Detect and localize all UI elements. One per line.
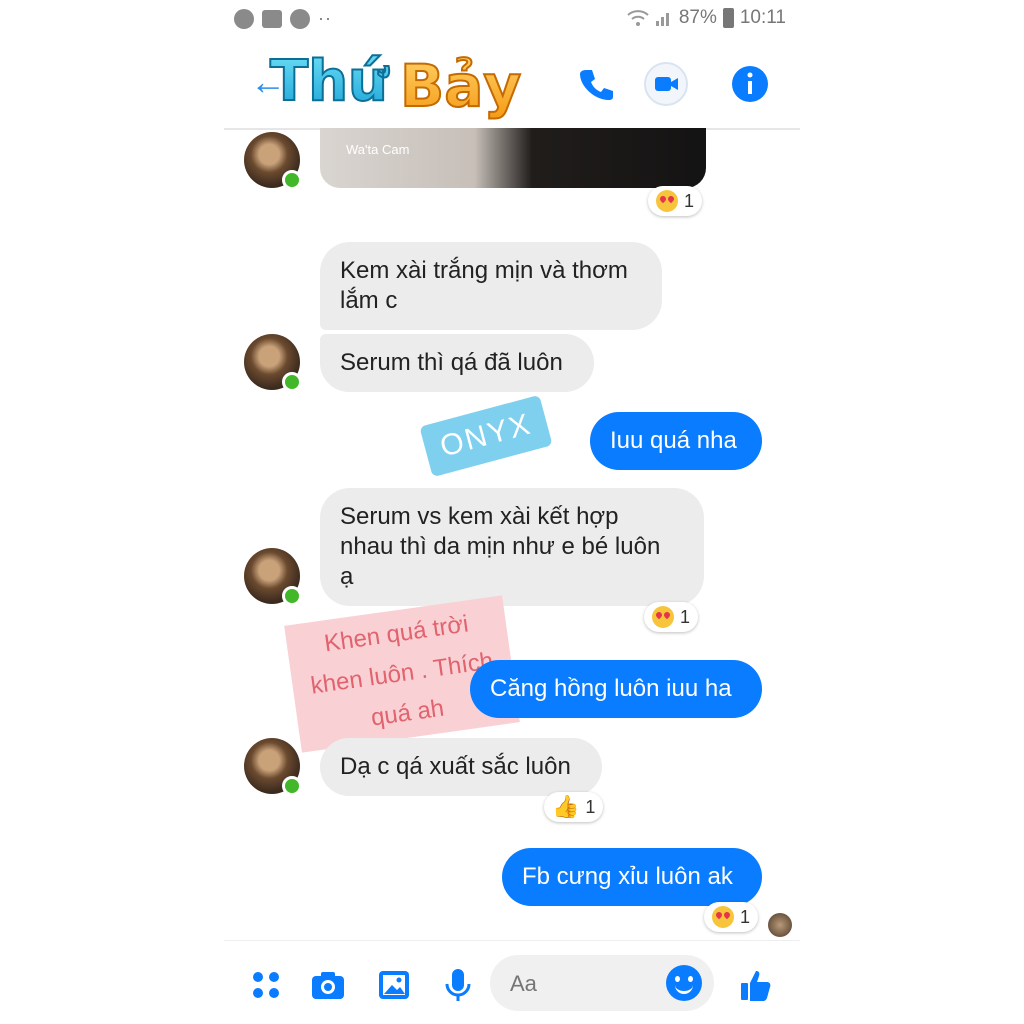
- message-list[interactable]: Wa'ta Cam 1 Kem xài trắng mịn và thơm lắ…: [224, 128, 800, 940]
- reaction-badge[interactable]: 1: [704, 902, 759, 932]
- notification-icons: ··: [234, 8, 332, 29]
- message-line: Kem xài trắng mịn và thơm: [340, 257, 628, 284]
- contact-avatar[interactable]: [244, 132, 302, 190]
- contact-avatar[interactable]: [244, 548, 302, 606]
- thumbs-up-send-icon[interactable]: [738, 967, 774, 1003]
- info-icon[interactable]: [728, 62, 772, 106]
- contact-avatar[interactable]: [244, 334, 302, 392]
- incoming-message[interactable]: Kem xài trắng mịn và thơm lắm c: [320, 242, 662, 330]
- online-indicator: [282, 170, 302, 190]
- reaction-count: 1: [684, 190, 695, 211]
- message-line: ạ: [340, 563, 354, 590]
- clock: 10:11: [739, 7, 786, 28]
- message-line: Iuu quá nha: [610, 427, 737, 454]
- shared-photo[interactable]: Wa'ta Cam: [320, 128, 706, 188]
- more-notifications-dots: ··: [318, 8, 332, 28]
- video-call-icon[interactable]: [644, 62, 688, 106]
- reaction-count: 1: [740, 906, 751, 927]
- messenger-screen: ·· 87% 10:11 ← Thứ Bảy Wa'ta Cam 1 Kem x…: [224, 0, 800, 1024]
- online-indicator: [282, 586, 302, 606]
- reaction-badge[interactable]: 1: [648, 186, 703, 216]
- messenger-notification-icon-2: [290, 8, 310, 29]
- microphone-icon[interactable]: [440, 967, 476, 1003]
- battery-percent: 87%: [678, 7, 717, 28]
- incoming-message[interactable]: Dạ c qá xuất sắc luôn: [320, 738, 602, 796]
- online-indicator: [282, 776, 302, 796]
- incoming-message[interactable]: Serum vs kem xài kết hợp nhau thì da mịn…: [320, 488, 704, 606]
- reaction-badge[interactable]: 👍 1: [544, 792, 604, 822]
- heart-eyes-emoji-icon: [652, 606, 674, 628]
- system-status: 87% 10:11: [627, 7, 786, 29]
- reaction-count: 1: [680, 606, 691, 627]
- outgoing-message[interactable]: Căng hồng luôn iuu ha: [470, 660, 762, 718]
- heart-eyes-emoji-icon: [712, 906, 734, 928]
- reaction-badge[interactable]: 1: [644, 602, 699, 632]
- heart-eyes-emoji-icon: [656, 190, 678, 212]
- contact-avatar[interactable]: [244, 738, 302, 796]
- camera-icon[interactable]: [310, 967, 346, 1003]
- emoji-picker-icon[interactable]: [666, 965, 702, 1001]
- message-line: nhau thì da mịn như e bé luôn: [340, 533, 661, 560]
- wifi-icon: [627, 10, 649, 26]
- thumbs-up-emoji-icon: 👍: [552, 794, 580, 819]
- svg-text:Thứ: Thứ: [270, 49, 390, 114]
- message-line: Fb cưng xỉu luôn ak: [522, 863, 733, 890]
- image-notification-icon: [262, 9, 282, 28]
- shop-logo: Thứ Bảy: [269, 48, 522, 121]
- reaction-count: 1: [585, 796, 596, 817]
- outgoing-message[interactable]: Iuu quá nha: [590, 412, 762, 470]
- battery-icon: [722, 8, 734, 28]
- message-line: lắm c: [340, 287, 398, 314]
- message-line: Dạ c qá xuất sắc luôn: [340, 753, 571, 780]
- messenger-notification-icon: [234, 8, 254, 29]
- message-input[interactable]: [508, 969, 662, 999]
- signal-icon: [655, 13, 669, 26]
- status-bar: ·· 87% 10:11: [224, 0, 800, 38]
- svg-text:Bảy: Bảy: [400, 52, 521, 120]
- conversation-header: ← Thứ Bảy: [224, 38, 800, 130]
- phone-icon[interactable]: [574, 62, 618, 106]
- gallery-icon[interactable]: [376, 967, 412, 1003]
- photo-watermark: Wa'ta Cam: [346, 142, 410, 157]
- more-apps-icon[interactable]: [248, 967, 284, 1003]
- outgoing-message[interactable]: Fb cưng xỉu luôn ak: [502, 848, 762, 906]
- message-line: Serum vs kem xài kết hợp: [340, 503, 619, 530]
- composer-toolbar: [224, 940, 800, 1024]
- message-line: Serum thì qá đã luôn: [340, 349, 563, 376]
- incoming-message[interactable]: Serum thì qá đã luôn: [320, 334, 594, 392]
- message-line: Căng hồng luôn iuu ha: [490, 675, 732, 702]
- message-composer[interactable]: [490, 955, 714, 1011]
- onyx-sticker: ONYX: [419, 394, 553, 478]
- seen-avatar: [768, 913, 792, 937]
- online-indicator: [282, 372, 302, 392]
